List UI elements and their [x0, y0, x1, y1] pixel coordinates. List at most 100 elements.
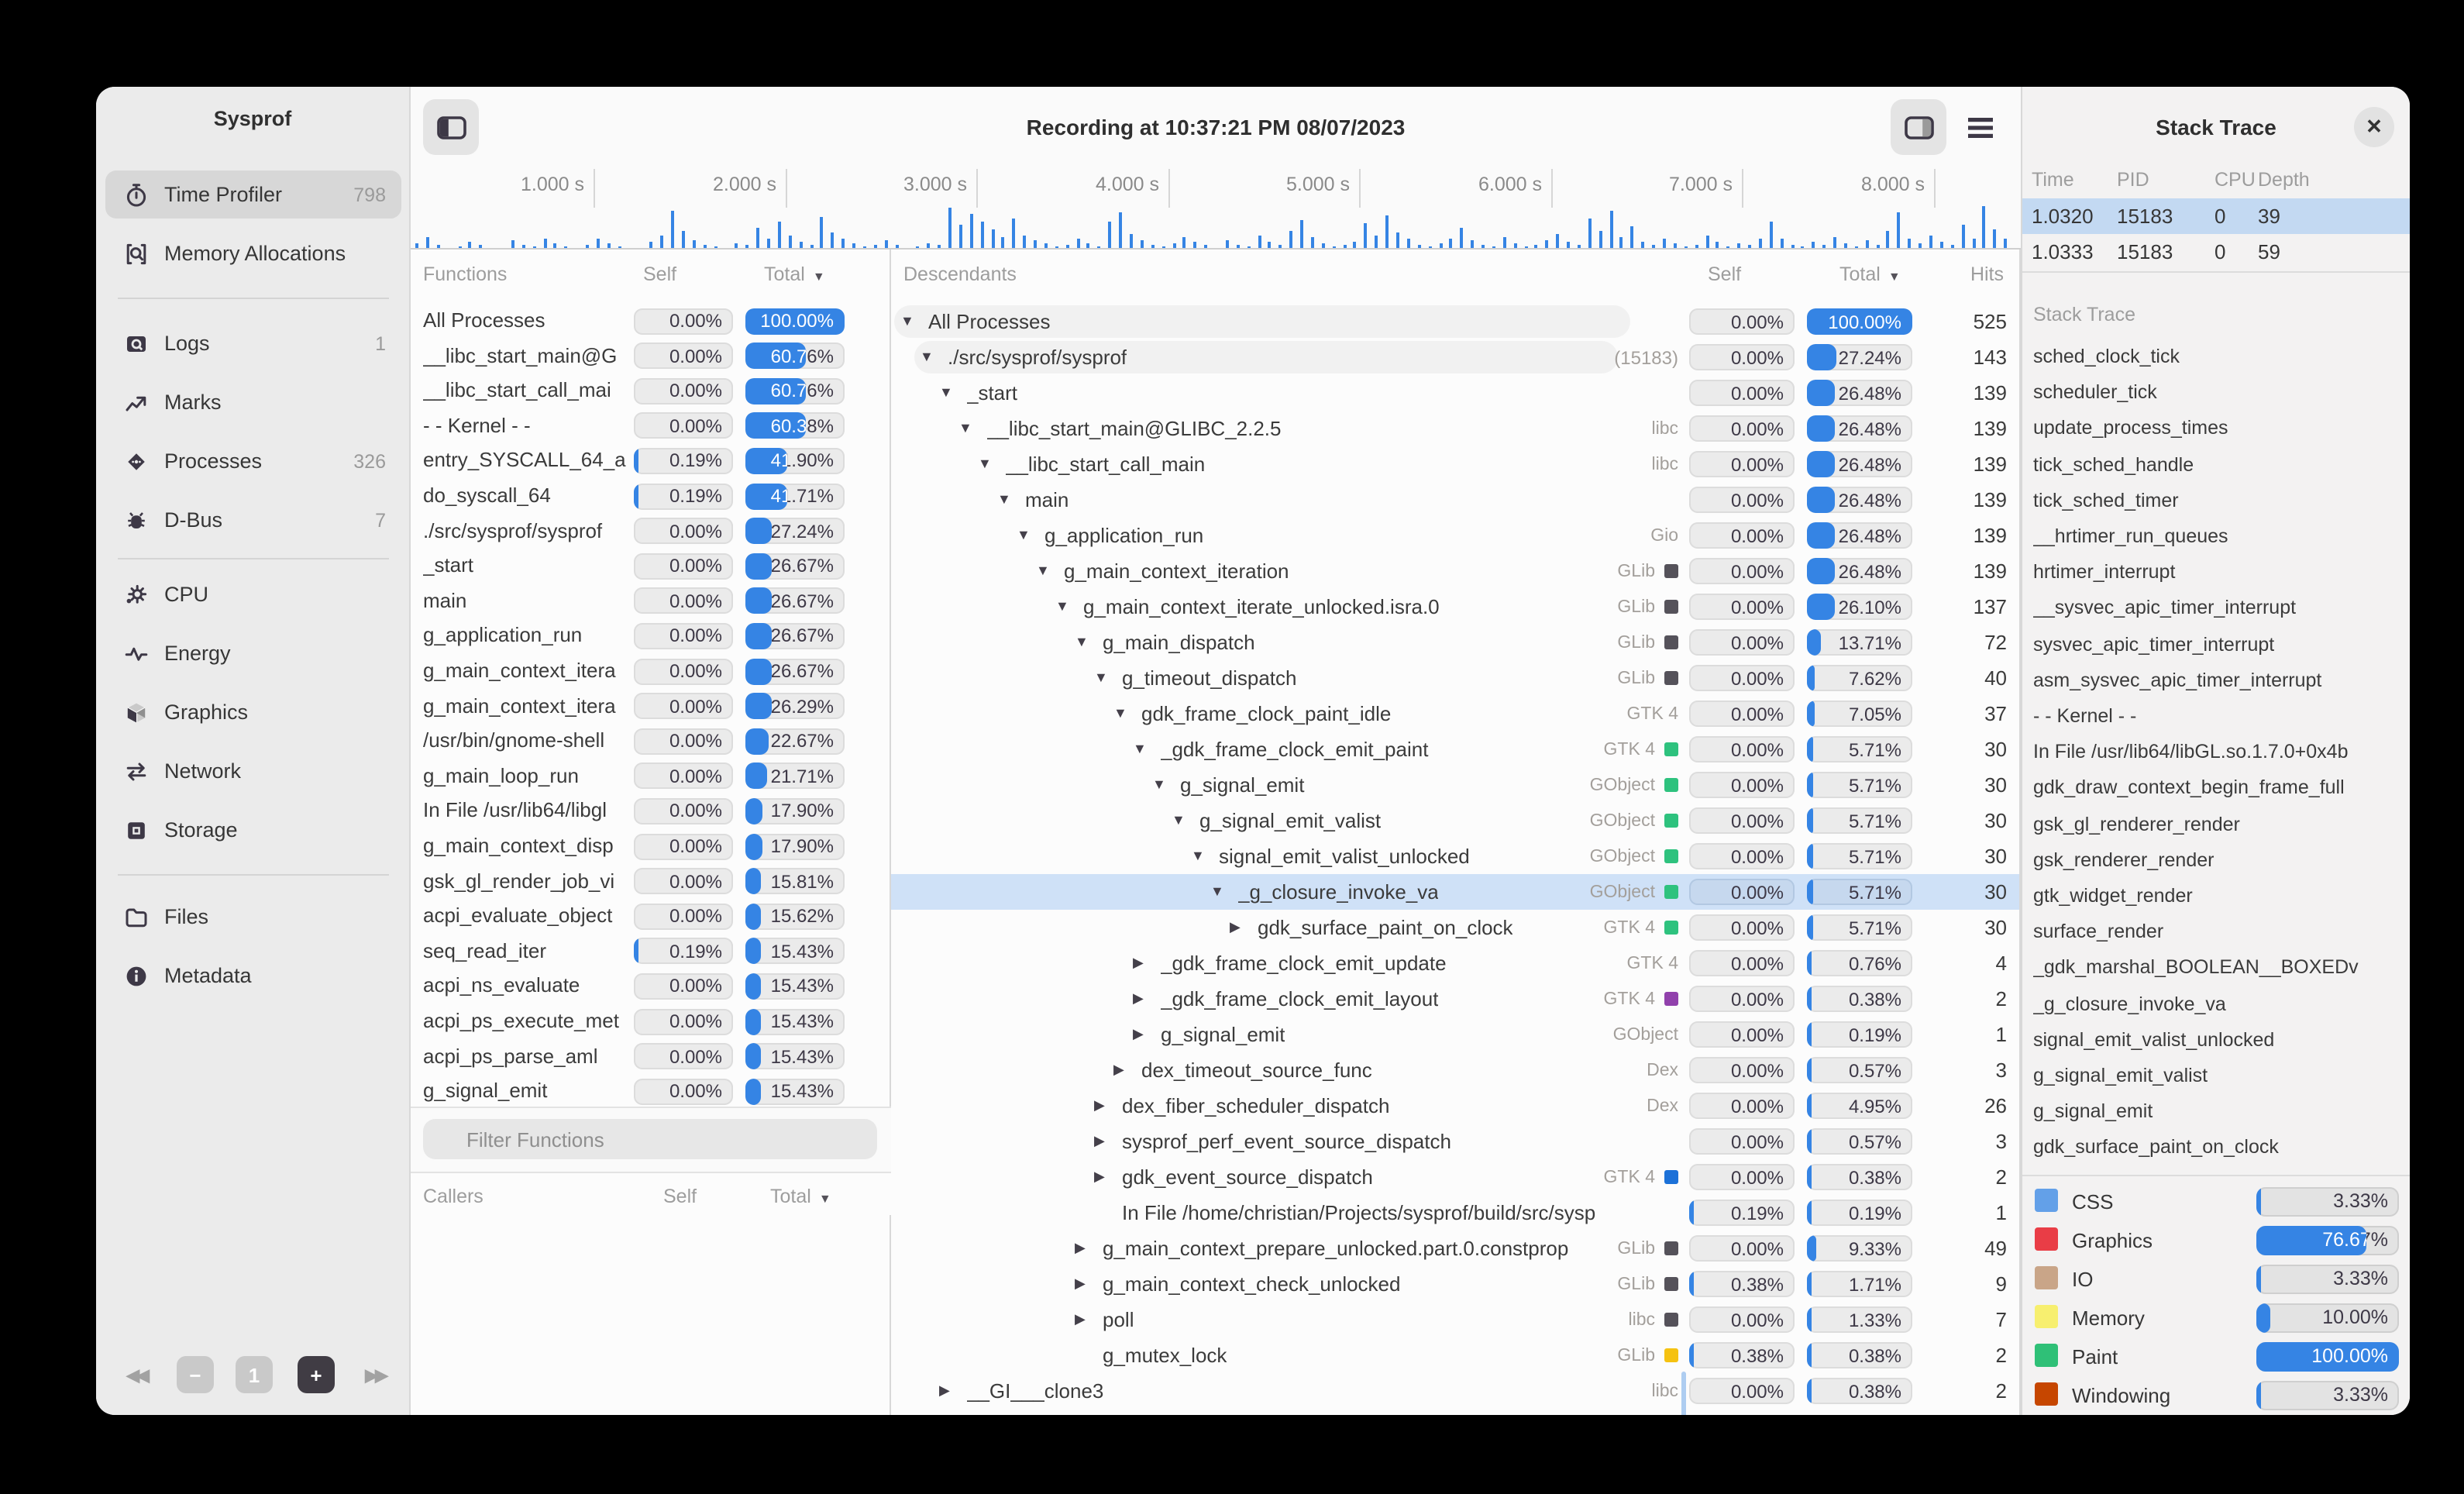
descendants-column-header[interactable]: Descendants — [903, 263, 1017, 285]
function-row[interactable]: In File /usr/lib64/libgl0.00%17.90%17.90… — [411, 794, 890, 828]
sidebar-item-logs[interactable]: Logs1 — [105, 319, 401, 367]
expander-closed-icon[interactable]: ▶ — [939, 1373, 950, 1409]
descendant-row[interactable]: ▼g_main_dispatchGLib0.00%13.71%13.71%72 — [891, 625, 2019, 660]
function-row[interactable]: g_main_context_itera0.00%26.67%26.67% — [411, 654, 890, 688]
sidebar-item-memory-allocations[interactable]: Memory Allocations — [105, 229, 401, 277]
expander-closed-icon[interactable]: ▶ — [1133, 981, 1144, 1017]
descendant-row[interactable]: ▶dex_fiber_scheduler_dispatchDex0.00%4.9… — [891, 1088, 2019, 1124]
descendant-row[interactable]: ▼g_main_context_iterate_unlocked.isra.0G… — [891, 589, 2019, 625]
descendant-row[interactable]: ▶__GI___clone3libc0.00%0.38%0.38%2 — [891, 1373, 2019, 1409]
function-row[interactable]: acpi_ns_evaluate0.00%15.43%15.43% — [411, 969, 890, 1003]
stack-frame[interactable]: signal_emit_valist_unlocked — [2033, 1023, 2405, 1057]
expander-open-icon[interactable]: ▼ — [1094, 660, 1108, 696]
descendant-row[interactable]: g_mutex_lockGLib0.38%0.38%0.38%0.38%2 — [891, 1337, 2019, 1373]
descendant-row[interactable]: ▼_start0.00%26.48%26.48%139 — [891, 375, 2019, 411]
zoom-in-button[interactable]: + — [298, 1356, 335, 1393]
stack-frame[interactable]: gsk_gl_renderer_render — [2033, 807, 2405, 841]
descendant-row[interactable]: ▼All Processes0.00%100.00%100.00%525 — [891, 304, 2019, 339]
expander-closed-icon[interactable]: ▶ — [1075, 1266, 1086, 1302]
stack-frame[interactable]: sched_clock_tick — [2033, 339, 2405, 374]
descendant-row[interactable]: ▼g_signal_emit_valistGObject0.00%5.71%5.… — [891, 803, 2019, 838]
timeline-chart[interactable]: 1.000 s2.000 s3.000 s4.000 s5.000 s6.000… — [411, 166, 2021, 250]
function-row[interactable]: seq_read_iter0.19%0.19%15.43%15.43% — [411, 935, 890, 969]
sidebar-item-cpu[interactable]: CPU — [105, 570, 401, 618]
stack-frame[interactable]: update_process_times — [2033, 411, 2405, 446]
skip-forward-button[interactable]: ▶▶ — [356, 1356, 394, 1393]
stack-frame[interactable]: _g_closure_invoke_va — [2033, 986, 2405, 1021]
descendant-row[interactable]: ▶dex_timeout_source_funcDex0.00%0.57%0.5… — [891, 1052, 2019, 1088]
descendant-row[interactable]: ▼g_application_runGio0.00%26.48%26.48%13… — [891, 518, 2019, 553]
descendant-row[interactable]: ▼g_signal_emitGObject0.00%5.71%5.71%30 — [891, 767, 2019, 803]
descendants-total-header[interactable]: Total▼ — [1839, 263, 1901, 285]
descendant-row[interactable]: ▼g_main_context_iterationGLib0.00%26.48%… — [891, 553, 2019, 589]
descendants-self-header[interactable]: Self — [1708, 263, 1741, 285]
stack-frame[interactable]: In File /usr/lib64/libGL.so.1.7.0+0x4b — [2033, 735, 2405, 769]
stack-frame[interactable]: g_signal_emit — [2033, 1094, 2405, 1128]
function-row[interactable]: acpi_evaluate_object0.00%15.62%15.62% — [411, 899, 890, 933]
expander-open-icon[interactable]: ▼ — [997, 482, 1011, 518]
skip-backward-button[interactable]: ◀◀ — [118, 1356, 155, 1393]
expander-closed-icon[interactable]: ▶ — [1230, 910, 1241, 945]
stack-frame[interactable]: hrtimer_interrupt — [2033, 555, 2405, 589]
sidebar-item-energy[interactable]: Energy — [105, 629, 401, 677]
zoom-level-button[interactable]: 1 — [236, 1356, 273, 1393]
scrollbar-thumb[interactable] — [1681, 1372, 1686, 1415]
sidebar-item-network[interactable]: Network — [105, 747, 401, 795]
function-row[interactable]: ./src/sysprof/sysprof0.00%27.24%27.24% — [411, 514, 890, 548]
sidebar-item-time-profiler[interactable]: Time Profiler798 — [105, 170, 401, 219]
sample-row[interactable]: 1.033315183059 — [2022, 234, 2410, 270]
stack-frame[interactable]: gsk_renderer_render — [2033, 843, 2405, 877]
function-row[interactable]: acpi_ps_parse_aml0.00%15.43%15.43% — [411, 1039, 890, 1073]
descendant-row[interactable]: ▼_gdk_frame_clock_emit_paintGTK 40.00%5.… — [891, 732, 2019, 767]
stack-frame[interactable]: sysvec_apic_timer_interrupt — [2033, 627, 2405, 661]
stack-frame[interactable]: gdk_surface_paint_on_clock — [2033, 1131, 2405, 1165]
expander-open-icon[interactable]: ▼ — [1133, 732, 1147, 767]
stack-frame[interactable]: gdk_draw_context_begin_frame_full — [2033, 771, 2405, 805]
expander-open-icon[interactable]: ▼ — [1036, 553, 1050, 589]
stack-frame[interactable]: - - Kernel - - — [2033, 699, 2405, 733]
expander-closed-icon[interactable]: ▶ — [1094, 1088, 1105, 1124]
sidebar-item-processes[interactable]: Processes326 — [105, 437, 401, 485]
descendant-row[interactable]: ▶_gdk_frame_clock_emit_updateGTK 40.00%0… — [891, 945, 2019, 981]
sidebar-item-d-bus[interactable]: D-Bus7 — [105, 496, 401, 544]
expander-open-icon[interactable]: ▼ — [978, 446, 992, 482]
descendant-row[interactable]: In File /home/christian/Projects/sysprof… — [891, 1195, 2019, 1231]
function-row[interactable]: g_main_loop_run0.00%21.71%21.71% — [411, 759, 890, 793]
descendant-row[interactable]: ▼__libc_start_main@GLIBC_2.2.5libc0.00%2… — [891, 411, 2019, 446]
expander-open-icon[interactable]: ▼ — [1191, 838, 1205, 874]
function-row[interactable]: All Processes0.00%100.00%100.00% — [411, 304, 890, 338]
expander-open-icon[interactable]: ▼ — [1017, 518, 1031, 553]
callers-column-header[interactable]: Callers — [423, 1186, 484, 1207]
expander-open-icon[interactable]: ▼ — [958, 411, 972, 446]
sidebar-item-metadata[interactable]: Metadata — [105, 952, 401, 1000]
stack-frame[interactable]: __hrtimer_run_queues — [2033, 519, 2405, 553]
function-row[interactable]: g_main_context_itera0.00%26.29%26.29% — [411, 689, 890, 723]
function-row[interactable]: main0.00%26.67%26.67% — [411, 584, 890, 618]
descendant-row[interactable]: ▼__libc_start_call_mainlibc0.00%26.48%26… — [891, 446, 2019, 482]
expander-open-icon[interactable]: ▼ — [920, 339, 934, 375]
expander-closed-icon[interactable]: ▶ — [1075, 1302, 1086, 1337]
functions-self-header[interactable]: Self — [643, 263, 676, 285]
function-row[interactable]: g_application_run0.00%26.67%26.67% — [411, 619, 890, 653]
descendant-row[interactable]: ▼signal_emit_valist_unlockedGObject0.00%… — [891, 838, 2019, 874]
stack-frame[interactable]: asm_sysvec_apic_timer_interrupt — [2033, 663, 2405, 697]
functions-total-header[interactable]: Total▼ — [764, 263, 825, 285]
descendants-hits-header[interactable]: Hits — [1970, 263, 2004, 285]
stack-frame[interactable]: g_signal_emit_valist — [2033, 1059, 2405, 1093]
function-row[interactable]: /usr/bin/gnome-shell0.00%22.67%22.67% — [411, 724, 890, 758]
expander-open-icon[interactable]: ▼ — [1152, 767, 1166, 803]
filter-functions-input[interactable] — [423, 1119, 877, 1159]
descendant-row[interactable]: ▼g_timeout_dispatchGLib0.00%7.62%7.62%40 — [891, 660, 2019, 696]
close-panel-button[interactable]: ✕ — [2354, 107, 2394, 147]
descendant-row[interactable]: ▶g_signal_emitGObject0.00%0.19%0.19%1 — [891, 1017, 2019, 1052]
expander-closed-icon[interactable]: ▶ — [1075, 1231, 1086, 1266]
expander-open-icon[interactable]: ▼ — [1210, 874, 1224, 910]
sidebar-item-files[interactable]: Files — [105, 893, 401, 941]
expander-open-icon[interactable]: ▼ — [900, 304, 914, 339]
expander-closed-icon[interactable]: ▶ — [1133, 945, 1144, 981]
function-row[interactable]: __libc_start_call_mai0.00%60.76%60.76% — [411, 374, 890, 408]
descendant-row[interactable]: ▶_gdk_frame_clock_emit_layoutGTK 40.00%0… — [891, 981, 2019, 1017]
function-row[interactable]: entry_SYSCALL_64_a0.19%0.19%41.90%41.90% — [411, 444, 890, 478]
expander-open-icon[interactable]: ▼ — [939, 375, 953, 411]
callers-total-header[interactable]: Total▼ — [770, 1186, 831, 1207]
